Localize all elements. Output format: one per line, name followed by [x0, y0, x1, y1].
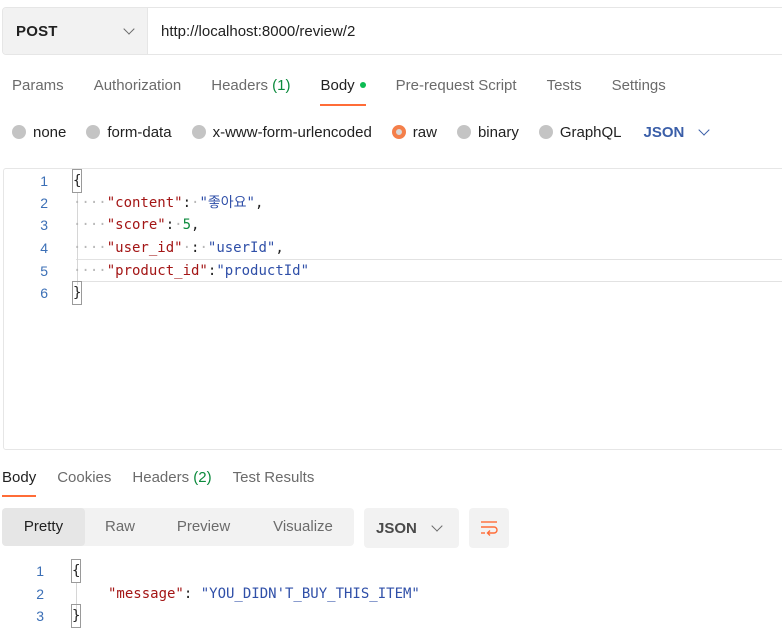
- url-input[interactable]: http://localhost:8000/review/2: [148, 8, 782, 54]
- tab-headers[interactable]: Headers (1): [211, 74, 290, 106]
- tab-response-headers[interactable]: Headers (2): [132, 466, 211, 497]
- tab-label: Cookies: [57, 469, 112, 486]
- body-format-label: JSON: [643, 123, 685, 141]
- radio-label: x-www-form-urlencoded: [212, 123, 372, 141]
- tab-label: Headers: [132, 469, 190, 486]
- chevron-down-icon: [698, 124, 711, 136]
- status-dot-icon: [359, 81, 366, 88]
- body-type-options: none form-data x-www-form-urlencoded raw…: [12, 121, 711, 143]
- radio-circle-icon: [538, 125, 553, 139]
- tab-label: Pre-request Script: [395, 77, 517, 94]
- response-tabs: Body Cookies Headers (2) Test Results: [2, 466, 335, 498]
- view-visualize[interactable]: Visualize: [252, 508, 354, 546]
- chevron-down-icon: [123, 23, 135, 35]
- radio-x-www-form-urlencoded[interactable]: x-www-form-urlencoded: [191, 123, 372, 141]
- code-line: 4 ····"user_id"·:·"userId",: [4, 237, 782, 259]
- line-number: 6: [40, 285, 48, 301]
- radio-label: GraphQL: [559, 123, 622, 141]
- radio-circle-icon: [86, 125, 101, 139]
- json-string: "productId": [216, 263, 310, 279]
- radio-label: binary: [477, 123, 519, 141]
- tab-label: Settings: [611, 77, 666, 94]
- body-format-select[interactable]: JSON: [643, 123, 711, 141]
- line-number: 2: [36, 586, 44, 602]
- tab-tests[interactable]: Tests: [547, 74, 582, 106]
- line-number: 1: [40, 173, 48, 189]
- line-number: 5: [40, 263, 48, 279]
- chevron-down-icon: [431, 520, 443, 532]
- line-number: 1: [36, 563, 44, 579]
- radio-circle-icon: [191, 125, 206, 139]
- tab-label: Tests: [546, 77, 582, 94]
- tab-label: Params: [12, 77, 64, 94]
- brace: }: [70, 604, 82, 628]
- json-key: "user_id": [106, 240, 183, 256]
- headers-count: (1): [272, 77, 291, 94]
- brace: {: [70, 559, 82, 583]
- json-string: "좋아요": [199, 195, 255, 211]
- radio-form-data[interactable]: form-data: [86, 123, 172, 141]
- tab-label: Authorization: [93, 77, 182, 94]
- tab-label: Body: [2, 469, 37, 486]
- request-tabs: Params Authorization Headers (1) Body Pr…: [12, 74, 696, 106]
- response-body[interactable]: 1 { 2 "message": "YOU_DIDN'T_BUY_THIS_IT…: [0, 559, 782, 642]
- view-pretty[interactable]: Pretty: [2, 508, 85, 546]
- line-number: 4: [40, 240, 48, 256]
- response-view-toggle: Pretty Raw Preview Visualize: [2, 508, 354, 546]
- radio-raw[interactable]: raw: [391, 123, 437, 141]
- code-line: 2 "message": "YOU_DIDN'T_BUY_THIS_ITEM": [0, 583, 782, 605]
- headers-count: (2): [193, 469, 212, 486]
- code-line: 1 {: [4, 169, 782, 193]
- brace: }: [71, 281, 83, 305]
- tab-label: Headers: [211, 77, 268, 94]
- code-line: 2 ····"content":·"좋아요",: [4, 192, 782, 214]
- json-key: "score": [106, 217, 166, 233]
- wrap-lines-button[interactable]: [469, 508, 509, 548]
- tab-pre-request-script[interactable]: Pre-request Script: [396, 74, 517, 106]
- code-line: 1 {: [0, 559, 782, 583]
- method-select[interactable]: POST: [3, 8, 148, 54]
- tab-response-body[interactable]: Body: [2, 466, 37, 497]
- radio-label: form-data: [107, 123, 172, 141]
- request-body-editor[interactable]: 1 { 2 ····"content":·"좋아요", 3 ····"score…: [3, 168, 782, 450]
- json-string: "YOU_DIDN'T_BUY_THIS_ITEM": [200, 586, 420, 602]
- line-number: 3: [40, 217, 48, 233]
- line-number: 2: [40, 195, 48, 211]
- response-format-label: JSON: [376, 519, 417, 537]
- radio-circle-icon: [12, 125, 26, 139]
- radio-circle-icon: [456, 125, 471, 139]
- radio-selected-icon: [391, 125, 406, 139]
- radio-graphql[interactable]: GraphQL: [538, 123, 622, 141]
- code-line: 6 }: [4, 281, 782, 305]
- json-key: "product_id": [106, 263, 208, 279]
- tab-authorization[interactable]: Authorization: [94, 74, 182, 106]
- tab-test-results[interactable]: Test Results: [233, 466, 315, 497]
- tab-body[interactable]: Body: [320, 74, 366, 106]
- tab-params[interactable]: Params: [12, 74, 64, 106]
- json-key: "content": [106, 195, 183, 211]
- radio-none[interactable]: none: [12, 124, 66, 141]
- tab-label: Test Results: [232, 469, 315, 486]
- response-format-select[interactable]: JSON: [364, 508, 459, 548]
- tab-label: Body: [320, 77, 355, 94]
- code-line: 3 }: [0, 604, 782, 628]
- view-preview[interactable]: Preview: [155, 508, 252, 546]
- json-key: "message": [108, 586, 184, 602]
- json-string: "userId": [207, 240, 276, 256]
- method-label: POST: [16, 22, 58, 40]
- radio-binary[interactable]: binary: [456, 123, 519, 141]
- brace: {: [71, 169, 83, 193]
- request-url-bar: POST http://localhost:8000/review/2: [2, 7, 782, 55]
- tab-settings[interactable]: Settings: [612, 74, 666, 106]
- radio-label: none: [33, 123, 67, 141]
- code-line: 3 ····"score":·5,: [4, 214, 782, 236]
- tab-cookies[interactable]: Cookies: [57, 466, 111, 497]
- view-raw[interactable]: Raw: [85, 508, 155, 546]
- line-number: 3: [36, 608, 44, 624]
- json-number: 5: [182, 217, 192, 233]
- code-line: 5 ····"product_id":"productId": [4, 260, 782, 282]
- wrap-lines-icon: [481, 521, 498, 536]
- radio-label: raw: [412, 123, 437, 141]
